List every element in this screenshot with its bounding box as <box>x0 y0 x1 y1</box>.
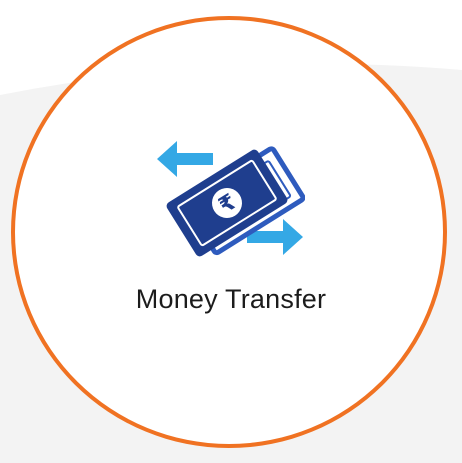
tile-label: Money Transfer <box>135 284 327 314</box>
money-transfer-icon: ₹ <box>157 141 305 257</box>
arrow-left-icon <box>157 141 213 177</box>
